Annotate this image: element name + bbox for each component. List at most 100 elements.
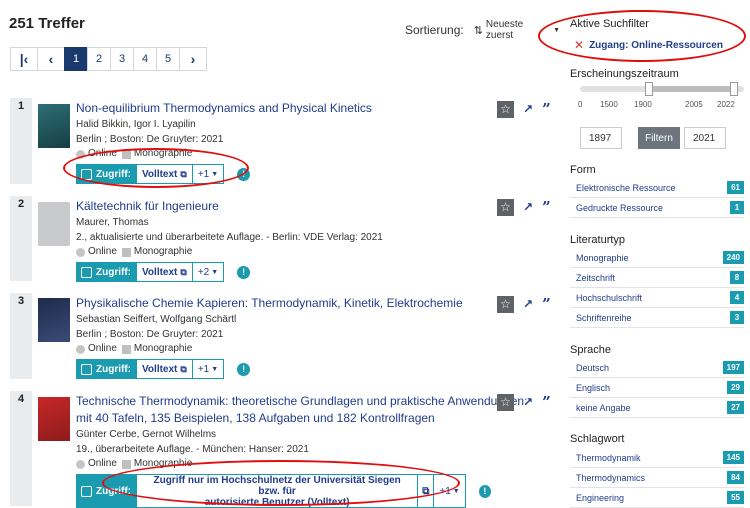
facet-label: Monographie: [576, 252, 629, 263]
facet-item[interactable]: Hochschulschrift 4: [570, 288, 744, 308]
facet-count: 55: [727, 491, 744, 504]
page-3-button[interactable]: 3: [110, 47, 134, 71]
year-range-slider[interactable]: [580, 82, 744, 96]
result-authors: Halid Bikkin, Igor I. Lyapilin: [76, 119, 196, 130]
book-icon: [121, 459, 131, 469]
facet-item[interactable]: Monographie 240: [570, 248, 744, 268]
facet-item[interactable]: Gedruckte Ressource 1: [570, 198, 744, 218]
facet-item[interactable]: Thermodynamik 145: [570, 448, 744, 468]
external-link-icon[interactable]: ⧉: [418, 475, 435, 507]
page-1-button[interactable]: 1: [64, 47, 88, 71]
share-icon[interactable]: ↗: [523, 297, 533, 311]
star-icon[interactable]: ☆: [497, 393, 514, 411]
fulltext-link[interactable]: Volltext ⧉: [137, 263, 193, 281]
globe-icon: [76, 149, 85, 159]
subject-facet: Thermodynamik 145 Thermodynamics 84 Engine…: [570, 448, 744, 508]
result-item: 2 Kältetechnik für Ingenieure Maurer, Th…: [10, 196, 555, 282]
result-title[interactable]: Kältetechnik für Ingenieure: [76, 198, 496, 215]
chevron-down-icon: ▼: [553, 26, 560, 34]
access-label: Zugriff:: [77, 475, 137, 507]
info-icon[interactable]: !: [237, 362, 251, 376]
facet-item[interactable]: Thermodynamics 84: [570, 468, 744, 488]
result-number: 3: [10, 293, 32, 379]
more-links-dropdown[interactable]: +2 ▼: [193, 263, 223, 281]
facet-item[interactable]: keine Angabe 27: [570, 398, 744, 418]
result-publication: 2., aktualisierte und überarbeitete Aufl…: [76, 232, 383, 243]
star-icon[interactable]: ☆: [497, 100, 514, 118]
sort-select[interactable]: ⇅ Neueste zuerst ▼: [474, 19, 560, 41]
result-title[interactable]: Non-equilibrium Thermodynamics and Physi…: [76, 100, 496, 117]
result-actions: ☆ ↗ ”: [497, 100, 551, 118]
slider-ticks: 0 1500 1900 2005 2022: [572, 100, 750, 114]
quote-icon[interactable]: ”: [542, 295, 551, 313]
quote-icon[interactable]: ”: [542, 198, 551, 216]
more-links-dropdown[interactable]: +1 ▼: [434, 475, 464, 507]
cover-image[interactable]: [38, 397, 70, 441]
facet-item[interactable]: Elektronische Ressource 61: [570, 178, 744, 198]
page-2-button[interactable]: 2: [87, 47, 111, 71]
active-filter-chip[interactable]: ✕ Zugang: Online-Ressourcen: [574, 38, 723, 52]
fulltext-link[interactable]: Volltext ⧉: [137, 165, 193, 183]
share-icon[interactable]: ↗: [523, 102, 533, 116]
fulltext-link[interactable]: Volltext ⧉: [137, 360, 193, 378]
facet-count: 145: [722, 451, 744, 464]
tick-label: 2022: [717, 100, 735, 109]
chevron-down-icon: ▼: [452, 487, 460, 495]
more-links-dropdown[interactable]: +1 ▼: [193, 360, 223, 378]
result-format: Online Monographie: [76, 147, 496, 161]
form-heading: Form: [570, 164, 596, 176]
access-label: Zugriff:: [77, 360, 137, 378]
result-title[interactable]: Physikalische Chemie Kapieren: Thermodyn…: [76, 295, 496, 312]
share-icon[interactable]: ↗: [523, 395, 533, 409]
filter-button[interactable]: Filtern: [638, 127, 680, 149]
fulltext-link-line: Zugriff nur im Hochschulnetz der Univers…: [153, 474, 401, 497]
lit-type-heading: Literaturtyp: [570, 234, 626, 246]
form-facet: Elektronische Ressource 61 Gedruckte Ress…: [570, 178, 744, 218]
language-facet: Deutsch 197 Englisch 29 keine Angabe 27: [570, 358, 744, 418]
book-icon: [121, 149, 131, 159]
access-button[interactable]: Zugriff: Zugriff nur im Hochschulnetz de…: [76, 474, 466, 508]
close-icon[interactable]: ✕: [574, 38, 584, 52]
facet-count: 197: [722, 361, 744, 374]
book-icon: [121, 344, 131, 354]
external-link-icon: ⧉: [180, 168, 187, 179]
facet-count: 29: [727, 381, 744, 394]
quote-icon[interactable]: ”: [542, 393, 551, 411]
result-body: Kältetechnik für Ingenieure Maurer, Thom…: [76, 198, 496, 282]
format-type: Monographie: [133, 246, 193, 257]
facet-item[interactable]: Schriftenreihe 3: [570, 308, 744, 328]
facet-item[interactable]: Deutsch 197: [570, 358, 744, 378]
cover-image[interactable]: [38, 104, 70, 148]
result-format: Online Monographie: [76, 245, 496, 259]
cover-image[interactable]: [38, 298, 70, 342]
book-placeholder-icon[interactable]: [38, 202, 70, 246]
page-5-button[interactable]: 5: [156, 47, 180, 71]
quote-icon[interactable]: ”: [542, 100, 551, 118]
page-4-button[interactable]: 4: [133, 47, 157, 71]
fulltext-link[interactable]: Zugriff nur im Hochschulnetz der Univers…: [137, 474, 419, 508]
year-to-input[interactable]: 2021: [684, 127, 726, 149]
slider-handle-end[interactable]: [730, 82, 738, 96]
prev-page-button[interactable]: ‹: [37, 47, 65, 71]
facet-item[interactable]: Engineering 55: [570, 488, 744, 508]
next-page-button[interactable]: ›: [179, 47, 207, 71]
access-button[interactable]: Zugriff: Volltext ⧉ +1 ▼: [76, 359, 225, 379]
info-icon[interactable]: !: [237, 167, 251, 181]
facet-label: keine Angabe: [576, 402, 631, 413]
info-icon[interactable]: !: [478, 484, 491, 498]
facet-label: Engineering: [576, 492, 625, 503]
star-icon[interactable]: ☆: [497, 198, 514, 216]
year-from-input[interactable]: 1897: [580, 127, 622, 149]
more-links-dropdown[interactable]: +1 ▼: [193, 165, 223, 183]
star-icon[interactable]: ☆: [497, 295, 514, 313]
facet-item[interactable]: Zeitschrift 8: [570, 268, 744, 288]
tick-label: 0: [578, 100, 583, 109]
facet-item[interactable]: Englisch 29: [570, 378, 744, 398]
access-button[interactable]: Zugriff: Volltext ⧉ +2 ▼: [76, 262, 225, 282]
info-icon[interactable]: !: [237, 265, 251, 279]
access-button[interactable]: Zugriff: Volltext ⧉ +1 ▼: [76, 164, 225, 184]
result-title[interactable]: Technische Thermodynamik: theoretische G…: [76, 393, 527, 427]
share-icon[interactable]: ↗: [523, 200, 533, 214]
slider-handle-start[interactable]: [645, 82, 653, 96]
first-page-button[interactable]: |‹: [10, 47, 38, 71]
